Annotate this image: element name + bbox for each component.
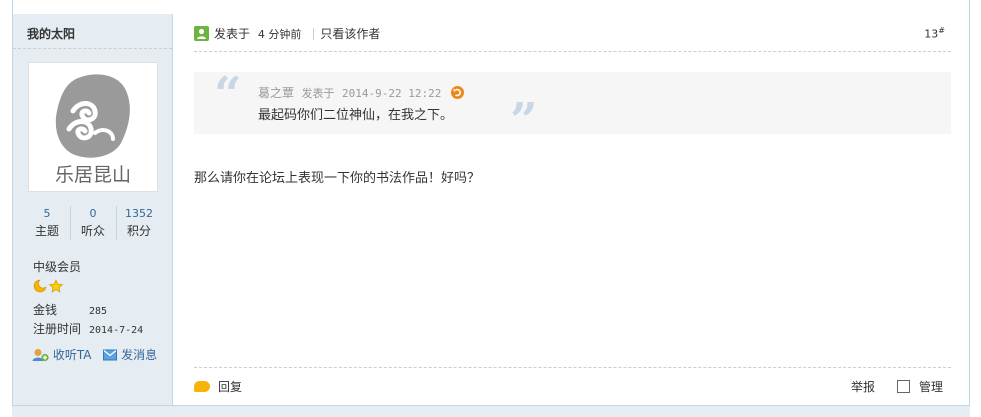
- message-icon[interactable]: [103, 349, 118, 361]
- quote-time: 2014-9-22 12:22: [342, 87, 442, 100]
- reply-label[interactable]: 回复: [218, 380, 242, 394]
- posted-time: 4 分钟前: [257, 28, 302, 41]
- moon-star-icon: [33, 279, 64, 293]
- quote-meta: 葛之覃 发表于 2014-9-22 12:22: [258, 84, 464, 101]
- floor-value[interactable]: 13: [924, 28, 938, 41]
- quote-text: 最起码你们二位神仙，在我之下。: [258, 108, 454, 123]
- register-row: 注册时间 2014-7-24: [33, 320, 143, 337]
- author-sidebar: 我的太阳 乐居昆山 5 主题 0 听众 1352 积分 中级会员 金钱 285 …: [13, 14, 173, 405]
- send-message-link[interactable]: 发消息: [121, 348, 157, 362]
- stat-followers[interactable]: 0 听众: [70, 206, 116, 240]
- online-status-icon: [194, 26, 209, 41]
- quote-posted-label: 发表于: [301, 87, 335, 100]
- stat-points-label[interactable]: 积分: [116, 222, 162, 240]
- stat-threads[interactable]: 5 主题: [24, 206, 70, 240]
- open-quote-icon: “: [214, 67, 242, 123]
- stat-followers-label[interactable]: 听众: [70, 222, 116, 240]
- stat-points[interactable]: 1352 积分: [116, 206, 162, 240]
- manage-checkbox[interactable]: 管理: [897, 378, 943, 395]
- follow-link[interactable]: 收听TA: [53, 348, 92, 362]
- reply-icon: [194, 381, 210, 392]
- posted-label: 发表于: [214, 27, 251, 41]
- stat-threads-label[interactable]: 主题: [24, 222, 70, 240]
- divider: [13, 48, 172, 49]
- avatar-logo-text: 乐居昆山: [55, 164, 131, 186]
- bottom-border-bar: [12, 405, 970, 417]
- author-actions: 收听TA 发消息: [32, 346, 157, 363]
- close-quote-icon: ”: [510, 93, 538, 149]
- author-stats: 5 主题 0 听众 1352 积分: [24, 206, 162, 242]
- register-label: 注册时间: [33, 322, 82, 336]
- stat-threads-value[interactable]: 5: [24, 206, 70, 222]
- floor-mark: #: [938, 26, 945, 35]
- post-header: 发表于 4 分钟前 只看该作者: [194, 24, 380, 44]
- stat-followers-value[interactable]: 0: [70, 206, 116, 222]
- quote-author[interactable]: 葛之覃: [258, 86, 294, 100]
- divider: [313, 28, 315, 40]
- money-label: 金钱: [33, 303, 58, 317]
- level-stars: [33, 279, 65, 296]
- manage-label[interactable]: 管理: [919, 380, 943, 394]
- stat-points-value[interactable]: 1352: [116, 206, 162, 222]
- quote-block: “ 葛之覃 发表于 2014-9-22 12:22 最起码你们二位神仙，在我之下…: [194, 67, 951, 146]
- report-button[interactable]: 举报: [851, 378, 875, 395]
- divider: [194, 367, 951, 368]
- floor-number[interactable]: 13#: [924, 26, 945, 41]
- post-body: 那么请你在论坛上表现一下你的书法作品！好吗？: [194, 171, 481, 186]
- money-row: 金钱 285: [33, 301, 107, 318]
- reply-button[interactable]: 回复: [194, 378, 242, 395]
- avatar-logo-icon: 乐居昆山: [55, 74, 131, 186]
- avatar[interactable]: 乐居昆山: [28, 62, 158, 192]
- divider: [194, 51, 951, 52]
- checkbox-icon[interactable]: [897, 380, 910, 393]
- jump-to-quote-icon[interactable]: [450, 86, 464, 99]
- money-value: 285: [89, 306, 108, 317]
- author-name[interactable]: 我的太阳: [27, 25, 75, 42]
- register-value: 2014-7-24: [89, 325, 144, 336]
- follow-icon[interactable]: [32, 348, 49, 362]
- user-level[interactable]: 中级会员: [33, 258, 81, 275]
- only-author-link[interactable]: 只看该作者: [320, 27, 380, 41]
- post-content-area: 发表于 4 分钟前 只看该作者 13# “ 葛之覃 发表于 2014-9-22 1…: [174, 14, 969, 405]
